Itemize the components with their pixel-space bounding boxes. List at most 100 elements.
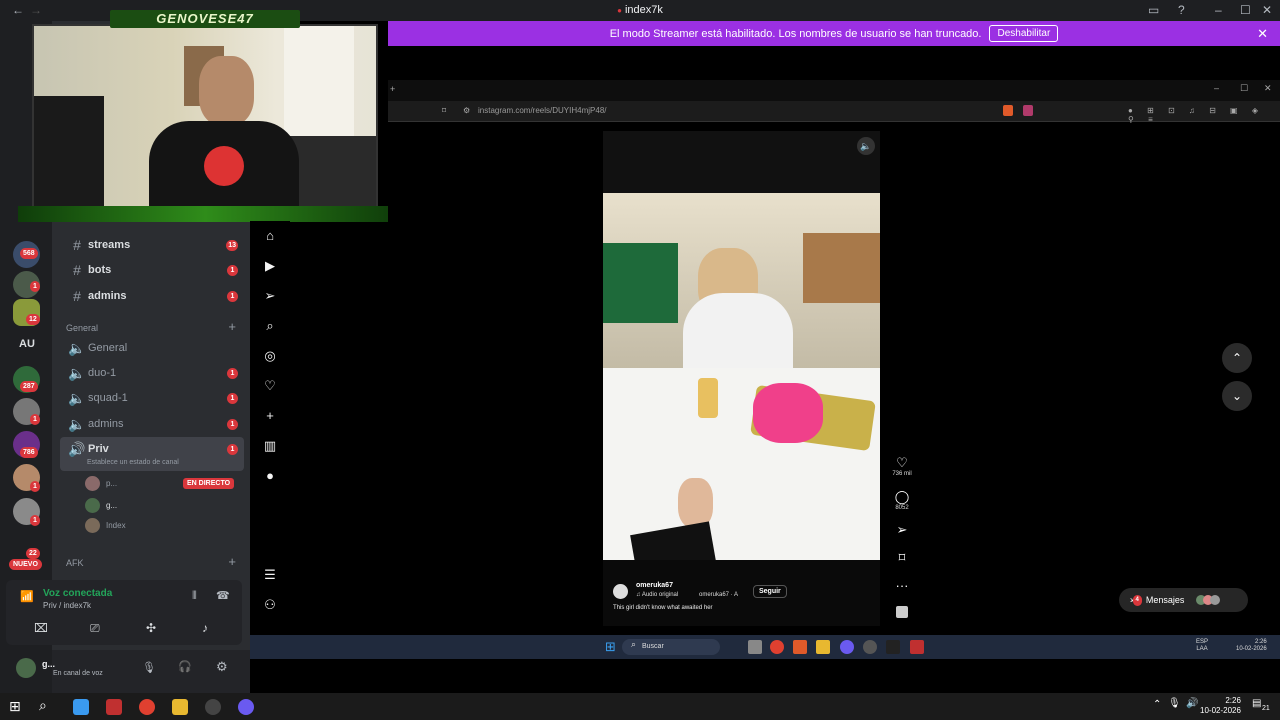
app-icon[interactable] xyxy=(910,640,924,654)
next-reel-button[interactable]: ⌄ xyxy=(1222,381,1252,411)
mention-label[interactable]: omeruka67 · A xyxy=(699,592,738,598)
reel-video[interactable] xyxy=(603,193,880,560)
maximize-icon[interactable]: ☐ xyxy=(1240,3,1251,17)
meta-icon[interactable]: ⚇ xyxy=(260,595,280,615)
settings-gear-icon[interactable]: ⚙ xyxy=(216,659,228,675)
inbox-icon[interactable]: ▭ xyxy=(1148,3,1159,17)
maximize-icon[interactable]: ☐ xyxy=(1240,83,1248,94)
taskbar: ⊞ ⌕ ⌃ 🎙 🔊 2:26 10-02-2026 ▤ 21 xyxy=(0,693,1280,720)
avatar xyxy=(85,498,100,513)
close-icon[interactable]: ✕ xyxy=(1264,83,1272,94)
voice-user[interactable]: g... xyxy=(85,498,117,513)
windows-start-icon[interactable]: ⊞ xyxy=(605,639,616,655)
user-avatar[interactable] xyxy=(16,658,36,678)
obs-icon[interactable] xyxy=(205,699,221,715)
chrome-icon[interactable] xyxy=(770,640,784,654)
like-button[interactable]: ♡ 736 mil xyxy=(891,455,913,478)
activities-icon[interactable]: ✣ xyxy=(146,621,156,635)
follow-button[interactable]: Seguir xyxy=(753,585,787,598)
soundboard-icon[interactable]: ♪ xyxy=(202,621,208,635)
mute-icon[interactable]: 🔈 xyxy=(857,137,875,155)
volume-icon[interactable]: 🔊 xyxy=(1186,698,1198,709)
app-icon[interactable] xyxy=(886,640,900,654)
brave-icon[interactable] xyxy=(793,640,807,654)
channel-status-text[interactable]: Establece un estado de canal xyxy=(87,459,179,466)
microphone-icon[interactable]: 🎙 xyxy=(1168,698,1181,709)
save-button[interactable]: ⌑ xyxy=(891,550,913,566)
server-text-label[interactable]: AU xyxy=(19,338,35,350)
audio-label[interactable]: ♫ Audio original xyxy=(636,592,678,598)
bookmark-icon[interactable]: ⌑ xyxy=(442,106,446,115)
author-avatar[interactable] xyxy=(613,584,628,599)
taskbar-search[interactable]: Buscar xyxy=(622,639,720,655)
extensions-icons[interactable]: ● ⊞ ⊡ ♫ ⊟ ▣ ◈ ⚲ ≡ xyxy=(1128,106,1280,124)
notification-icon[interactable]: ▤ xyxy=(1252,698,1261,709)
banner-close-icon[interactable]: ✕ xyxy=(1257,26,1268,42)
inner-clock[interactable]: 2:26 10-02-2026 xyxy=(1236,639,1267,653)
language-indicator[interactable]: ESP LAA xyxy=(1196,639,1208,653)
screen-share-icon[interactable]: ⎚ xyxy=(90,621,100,636)
tray-chevron-icon[interactable]: ⌃ xyxy=(1153,699,1161,710)
messages-button[interactable]: ➢ 4 Mensajes xyxy=(1119,588,1248,612)
more-options-button[interactable]: ··· xyxy=(891,578,913,593)
voice-channel-duo-1[interactable]: 🔈 duo-1 1 xyxy=(66,362,246,384)
new-tab-icon[interactable]: + xyxy=(390,84,395,94)
author-username[interactable]: omeruka67 xyxy=(636,582,673,589)
voice-channel-priv[interactable]: 🔊 Priv 1 xyxy=(66,438,246,460)
disconnect-icon[interactable]: ☎ xyxy=(216,589,230,602)
explore-icon[interactable]: ◎ xyxy=(260,346,280,366)
chrome-icon[interactable] xyxy=(139,699,155,715)
discord-icon[interactable] xyxy=(238,699,254,715)
app-icon[interactable] xyxy=(106,699,122,715)
create-icon[interactable]: + xyxy=(260,406,280,426)
home-icon[interactable]: ⌂ xyxy=(260,226,280,246)
headphones-icon[interactable]: 🎧 xyxy=(178,660,192,673)
minimize-icon[interactable]: – xyxy=(1215,3,1222,17)
profile-icon[interactable]: ● xyxy=(260,466,280,486)
share-button[interactable]: ➢ xyxy=(891,522,913,538)
new-badge[interactable]: NUEVO xyxy=(9,559,42,570)
channel-item-streams[interactable]: # streams 13 xyxy=(66,234,246,256)
voice-channel-general[interactable]: 🔈 General xyxy=(66,337,246,359)
close-window-icon[interactable]: ✕ xyxy=(1262,3,1272,17)
minimize-icon[interactable]: – xyxy=(1214,83,1219,93)
search-icon[interactable]: ⌕ xyxy=(260,316,280,336)
clock[interactable]: 2:26 10-02-2026 xyxy=(1200,696,1241,716)
voice-channel-admins[interactable]: 🔈 admins 1 xyxy=(66,413,246,435)
comment-button[interactable]: ◯ 8052 xyxy=(891,489,913,512)
category-general[interactable]: General xyxy=(66,323,98,333)
copilot-icon[interactable] xyxy=(73,699,89,715)
url-field[interactable]: instagram.com/reels/DUYIH4mjP48/ xyxy=(478,106,606,115)
voice-user[interactable]: Index xyxy=(85,518,126,533)
voice-channel-squad-1[interactable]: 🔈 squad-1 1 xyxy=(66,387,246,409)
folder-icon[interactable] xyxy=(816,640,830,654)
menu-icon[interactable]: ☰ xyxy=(260,565,280,585)
dashboard-icon[interactable]: ▥ xyxy=(260,436,280,456)
microphone-icon[interactable]: 🎙 xyxy=(142,661,156,674)
site-info-icon[interactable]: ⚙ xyxy=(463,106,470,115)
send-icon[interactable]: ➢ xyxy=(260,286,280,306)
help-icon[interactable]: ? xyxy=(1178,3,1185,17)
rewards-icon[interactable] xyxy=(1023,105,1033,116)
search-icon[interactable]: ⌕ xyxy=(39,697,47,714)
audio-thumbnail[interactable] xyxy=(891,606,913,621)
previous-reel-button[interactable]: ⌃ xyxy=(1222,343,1252,373)
voice-location[interactable]: Priv / index7k xyxy=(43,601,91,610)
folder-icon[interactable] xyxy=(172,699,188,715)
channel-item-admins[interactable]: # admins 1 xyxy=(66,285,246,307)
windows-start-icon[interactable]: ⊞ xyxy=(9,698,21,715)
channel-item-bots[interactable]: # bots 1 xyxy=(66,259,246,281)
noise-suppression-icon[interactable]: ⦀ xyxy=(192,590,197,603)
add-channel-icon[interactable]: + xyxy=(228,319,236,334)
brave-shield-icon[interactable] xyxy=(1003,105,1013,116)
reels-icon[interactable]: ▶ xyxy=(260,256,280,276)
category-afk[interactable]: AFK xyxy=(66,558,84,568)
heart-icon[interactable]: ♡ xyxy=(260,376,280,396)
disable-streamer-button[interactable]: Deshabilitar xyxy=(989,25,1059,42)
camera-off-icon[interactable]: ⌧ xyxy=(34,621,48,635)
discord-icon[interactable] xyxy=(840,640,854,654)
voice-user[interactable]: p... xyxy=(85,476,117,491)
add-channel-icon[interactable]: + xyxy=(228,554,236,569)
taskview-icon[interactable] xyxy=(748,640,762,654)
obs-icon[interactable] xyxy=(863,640,877,654)
